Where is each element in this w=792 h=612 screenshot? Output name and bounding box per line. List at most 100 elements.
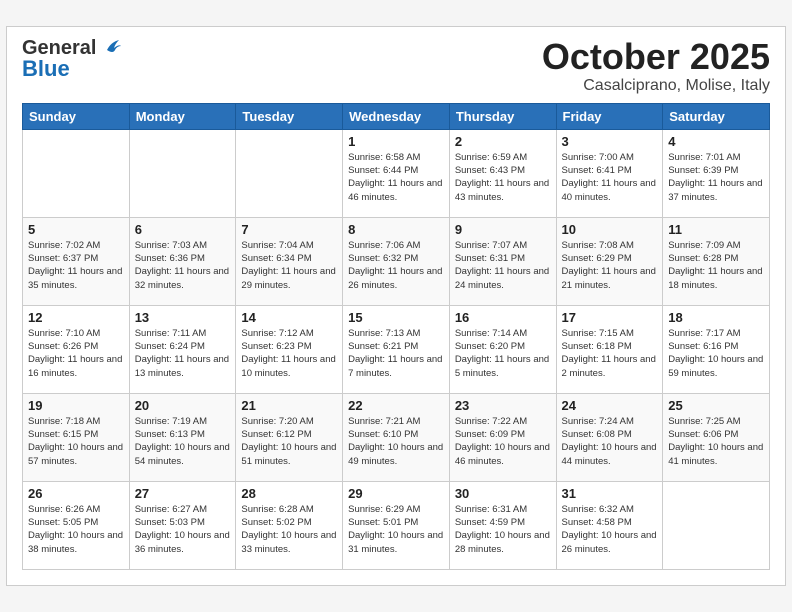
- day-info: Sunrise: 7:18 AM Sunset: 6:15 PM Dayligh…: [28, 415, 124, 468]
- day-number: 8: [348, 222, 444, 237]
- day-info: Sunrise: 7:00 AM Sunset: 6:41 PM Dayligh…: [562, 151, 658, 204]
- calendar-header-row: Sunday Monday Tuesday Wednesday Thursday…: [23, 103, 770, 129]
- title-area: October 2025 Casalciprano, Molise, Italy: [542, 37, 770, 95]
- table-cell: 29 Sunrise: 6:29 AM Sunset: 5:01 PM Dayli…: [343, 481, 450, 569]
- table-cell: [663, 481, 770, 569]
- day-info: Sunrise: 7:19 AM Sunset: 6:13 PM Dayligh…: [135, 415, 231, 468]
- day-info: Sunrise: 7:06 AM Sunset: 6:32 PM Dayligh…: [348, 239, 444, 292]
- table-cell: 14 Sunrise: 7:12 AM Sunset: 6:23 PM Dayli…: [236, 305, 343, 393]
- day-info: Sunrise: 6:27 AM Sunset: 5:03 PM Dayligh…: [135, 503, 231, 556]
- table-cell: 23 Sunrise: 7:22 AM Sunset: 6:09 PM Dayli…: [449, 393, 556, 481]
- table-cell: 15Sunrise: 7:13 AM Sunset: 6:21 PM Dayli…: [343, 305, 450, 393]
- day-info: Sunrise: 7:01 AM Sunset: 6:39 PM Dayligh…: [668, 151, 764, 204]
- day-number: 27: [135, 486, 231, 501]
- day-number: 14: [241, 310, 337, 325]
- day-number: 9: [455, 222, 551, 237]
- day-info: Sunrise: 6:26 AM Sunset: 5:05 PM Dayligh…: [28, 503, 124, 556]
- table-cell: 12 Sunrise: 7:10 AM Sunset: 6:26 PM Dayli…: [23, 305, 130, 393]
- table-cell: 7Sunrise: 7:04 AM Sunset: 6:34 PM Daylig…: [236, 217, 343, 305]
- table-cell: 17Sunrise: 7:15 AM Sunset: 6:18 PM Dayli…: [556, 305, 663, 393]
- day-number: 22: [348, 398, 444, 413]
- day-info: Sunrise: 7:21 AM Sunset: 6:10 PM Dayligh…: [348, 415, 444, 468]
- day-number: 28: [241, 486, 337, 501]
- day-number: 2: [455, 134, 551, 149]
- table-cell: 10Sunrise: 7:08 AM Sunset: 6:29 PM Dayli…: [556, 217, 663, 305]
- weekday-friday: Friday: [556, 103, 663, 129]
- table-cell: 19 Sunrise: 7:18 AM Sunset: 6:15 PM Dayli…: [23, 393, 130, 481]
- table-cell: 18Sunrise: 7:17 AM Sunset: 6:16 PM Dayli…: [663, 305, 770, 393]
- day-info: Sunrise: 7:20 AM Sunset: 6:12 PM Dayligh…: [241, 415, 337, 468]
- month-title: October 2025: [542, 37, 770, 77]
- table-cell: 21Sunrise: 7:20 AM Sunset: 6:12 PM Dayli…: [236, 393, 343, 481]
- table-cell: 4 Sunrise: 7:01 AM Sunset: 6:39 PM Daylig…: [663, 129, 770, 217]
- day-info: Sunrise: 7:02 AM Sunset: 6:37 PM Dayligh…: [28, 239, 124, 292]
- table-cell: 16 Sunrise: 7:14 AM Sunset: 6:20 PM Dayli…: [449, 305, 556, 393]
- weekday-monday: Monday: [129, 103, 236, 129]
- table-cell: [129, 129, 236, 217]
- table-cell: [236, 129, 343, 217]
- calendar-container: General Blue October 2025 Casalciprano, …: [6, 26, 786, 586]
- day-info: Sunrise: 7:15 AM Sunset: 6:18 PM Dayligh…: [562, 327, 658, 380]
- calendar-subtitle: Casalciprano, Molise, Italy: [542, 77, 770, 95]
- weekday-saturday: Saturday: [663, 103, 770, 129]
- logo-bird-icon: [99, 36, 121, 58]
- table-cell: 8 Sunrise: 7:06 AM Sunset: 6:32 PM Daylig…: [343, 217, 450, 305]
- table-cell: 2 Sunrise: 6:59 AM Sunset: 6:43 PM Daylig…: [449, 129, 556, 217]
- table-cell: 30 Sunrise: 6:31 AM Sunset: 4:59 PM Dayli…: [449, 481, 556, 569]
- day-number: 16: [455, 310, 551, 325]
- table-cell: [23, 129, 130, 217]
- day-info: Sunrise: 7:24 AM Sunset: 6:08 PM Dayligh…: [562, 415, 658, 468]
- day-number: 3: [562, 134, 658, 149]
- day-info: Sunrise: 6:59 AM Sunset: 6:43 PM Dayligh…: [455, 151, 551, 204]
- table-cell: 11Sunrise: 7:09 AM Sunset: 6:28 PM Dayli…: [663, 217, 770, 305]
- table-cell: 9Sunrise: 7:07 AM Sunset: 6:31 PM Daylig…: [449, 217, 556, 305]
- table-cell: 27 Sunrise: 6:27 AM Sunset: 5:03 PM Dayli…: [129, 481, 236, 569]
- table-cell: 6 Sunrise: 7:03 AM Sunset: 6:36 PM Daylig…: [129, 217, 236, 305]
- table-cell: 20Sunrise: 7:19 AM Sunset: 6:13 PM Dayli…: [129, 393, 236, 481]
- day-number: 31: [562, 486, 658, 501]
- weekday-sunday: Sunday: [23, 103, 130, 129]
- day-number: 23: [455, 398, 551, 413]
- calendar-table: Sunday Monday Tuesday Wednesday Thursday…: [22, 103, 770, 570]
- day-number: 11: [668, 222, 764, 237]
- day-info: Sunrise: 7:04 AM Sunset: 6:34 PM Dayligh…: [241, 239, 337, 292]
- day-info: Sunrise: 6:58 AM Sunset: 6:44 PM Dayligh…: [348, 151, 444, 204]
- day-number: 19: [28, 398, 124, 413]
- day-info: Sunrise: 6:29 AM Sunset: 5:01 PM Dayligh…: [348, 503, 444, 556]
- day-number: 26: [28, 486, 124, 501]
- weekday-tuesday: Tuesday: [236, 103, 343, 129]
- day-number: 4: [668, 134, 764, 149]
- day-info: Sunrise: 6:31 AM Sunset: 4:59 PM Dayligh…: [455, 503, 551, 556]
- day-info: Sunrise: 6:28 AM Sunset: 5:02 PM Dayligh…: [241, 503, 337, 556]
- table-cell: 22 Sunrise: 7:21 AM Sunset: 6:10 PM Dayli…: [343, 393, 450, 481]
- table-cell: 5 Sunrise: 7:02 AM Sunset: 6:37 PM Daylig…: [23, 217, 130, 305]
- table-cell: 25Sunrise: 7:25 AM Sunset: 6:06 PM Dayli…: [663, 393, 770, 481]
- day-number: 25: [668, 398, 764, 413]
- day-info: Sunrise: 7:14 AM Sunset: 6:20 PM Dayligh…: [455, 327, 551, 380]
- table-cell: 28 Sunrise: 6:28 AM Sunset: 5:02 PM Dayli…: [236, 481, 343, 569]
- day-number: 13: [135, 310, 231, 325]
- day-info: Sunrise: 7:12 AM Sunset: 6:23 PM Dayligh…: [241, 327, 337, 380]
- day-number: 18: [668, 310, 764, 325]
- table-cell: 31Sunrise: 6:32 AM Sunset: 4:58 PM Dayli…: [556, 481, 663, 569]
- day-info: Sunrise: 7:10 AM Sunset: 6:26 PM Dayligh…: [28, 327, 124, 380]
- table-cell: 24Sunrise: 7:24 AM Sunset: 6:08 PM Dayli…: [556, 393, 663, 481]
- day-number: 5: [28, 222, 124, 237]
- day-number: 30: [455, 486, 551, 501]
- day-number: 12: [28, 310, 124, 325]
- day-number: 15: [348, 310, 444, 325]
- day-info: Sunrise: 7:08 AM Sunset: 6:29 PM Dayligh…: [562, 239, 658, 292]
- weekday-thursday: Thursday: [449, 103, 556, 129]
- table-cell: 1Sunrise: 6:58 AM Sunset: 6:44 PM Daylig…: [343, 129, 450, 217]
- calendar-header: General Blue October 2025 Casalciprano, …: [22, 37, 770, 95]
- day-number: 29: [348, 486, 444, 501]
- day-info: Sunrise: 7:22 AM Sunset: 6:09 PM Dayligh…: [455, 415, 551, 468]
- table-cell: 26 Sunrise: 6:26 AM Sunset: 5:05 PM Dayli…: [23, 481, 130, 569]
- day-info: Sunrise: 7:11 AM Sunset: 6:24 PM Dayligh…: [135, 327, 231, 380]
- table-cell: 3 Sunrise: 7:00 AM Sunset: 6:41 PM Daylig…: [556, 129, 663, 217]
- day-info: Sunrise: 7:03 AM Sunset: 6:36 PM Dayligh…: [135, 239, 231, 292]
- day-number: 6: [135, 222, 231, 237]
- logo-blue-text: Blue: [22, 56, 121, 82]
- logo: General Blue: [22, 37, 121, 82]
- calendar-body: 1Sunrise: 6:58 AM Sunset: 6:44 PM Daylig…: [23, 129, 770, 569]
